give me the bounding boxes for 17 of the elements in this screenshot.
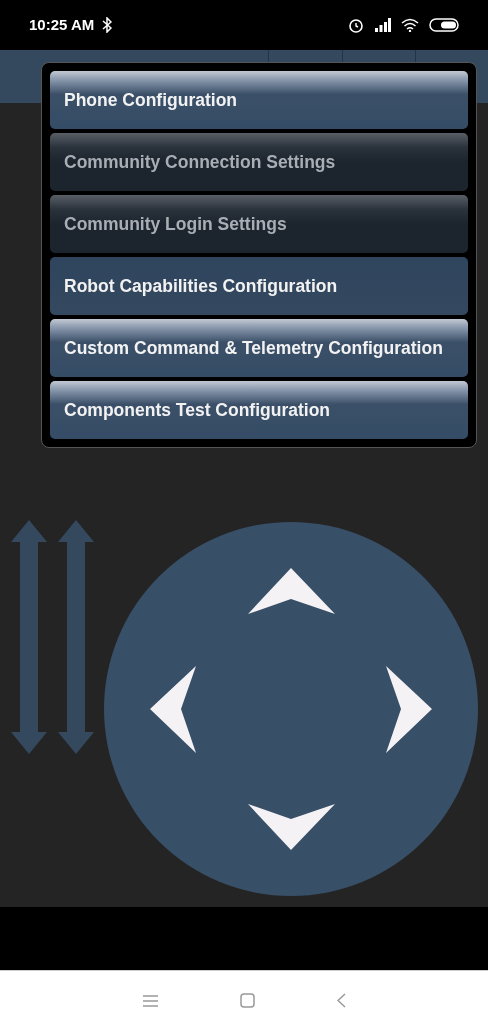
wifi-icon (401, 18, 419, 32)
bluetooth-icon (102, 17, 113, 33)
menu-item[interactable]: Phone Configuration (50, 71, 468, 129)
status-time: 10:25 AM (29, 14, 95, 35)
direction-pad[interactable] (104, 522, 478, 896)
home-icon[interactable] (239, 993, 255, 1008)
menu-item[interactable]: Custom Command & Telemetry Configuration (50, 319, 468, 377)
alarm-icon (347, 16, 365, 34)
menu-item[interactable]: Robot Capabilities Configuration (50, 257, 468, 315)
back-icon[interactable] (336, 993, 346, 1008)
signal-icon (375, 18, 391, 32)
menu-item[interactable]: Components Test Configuration (50, 381, 468, 439)
left-chevron-icon[interactable] (150, 666, 196, 753)
up-chevron-icon[interactable] (248, 568, 335, 614)
right-chevron-icon[interactable] (386, 666, 432, 753)
battery-icon (429, 18, 459, 32)
down-chevron-icon[interactable] (248, 804, 335, 850)
